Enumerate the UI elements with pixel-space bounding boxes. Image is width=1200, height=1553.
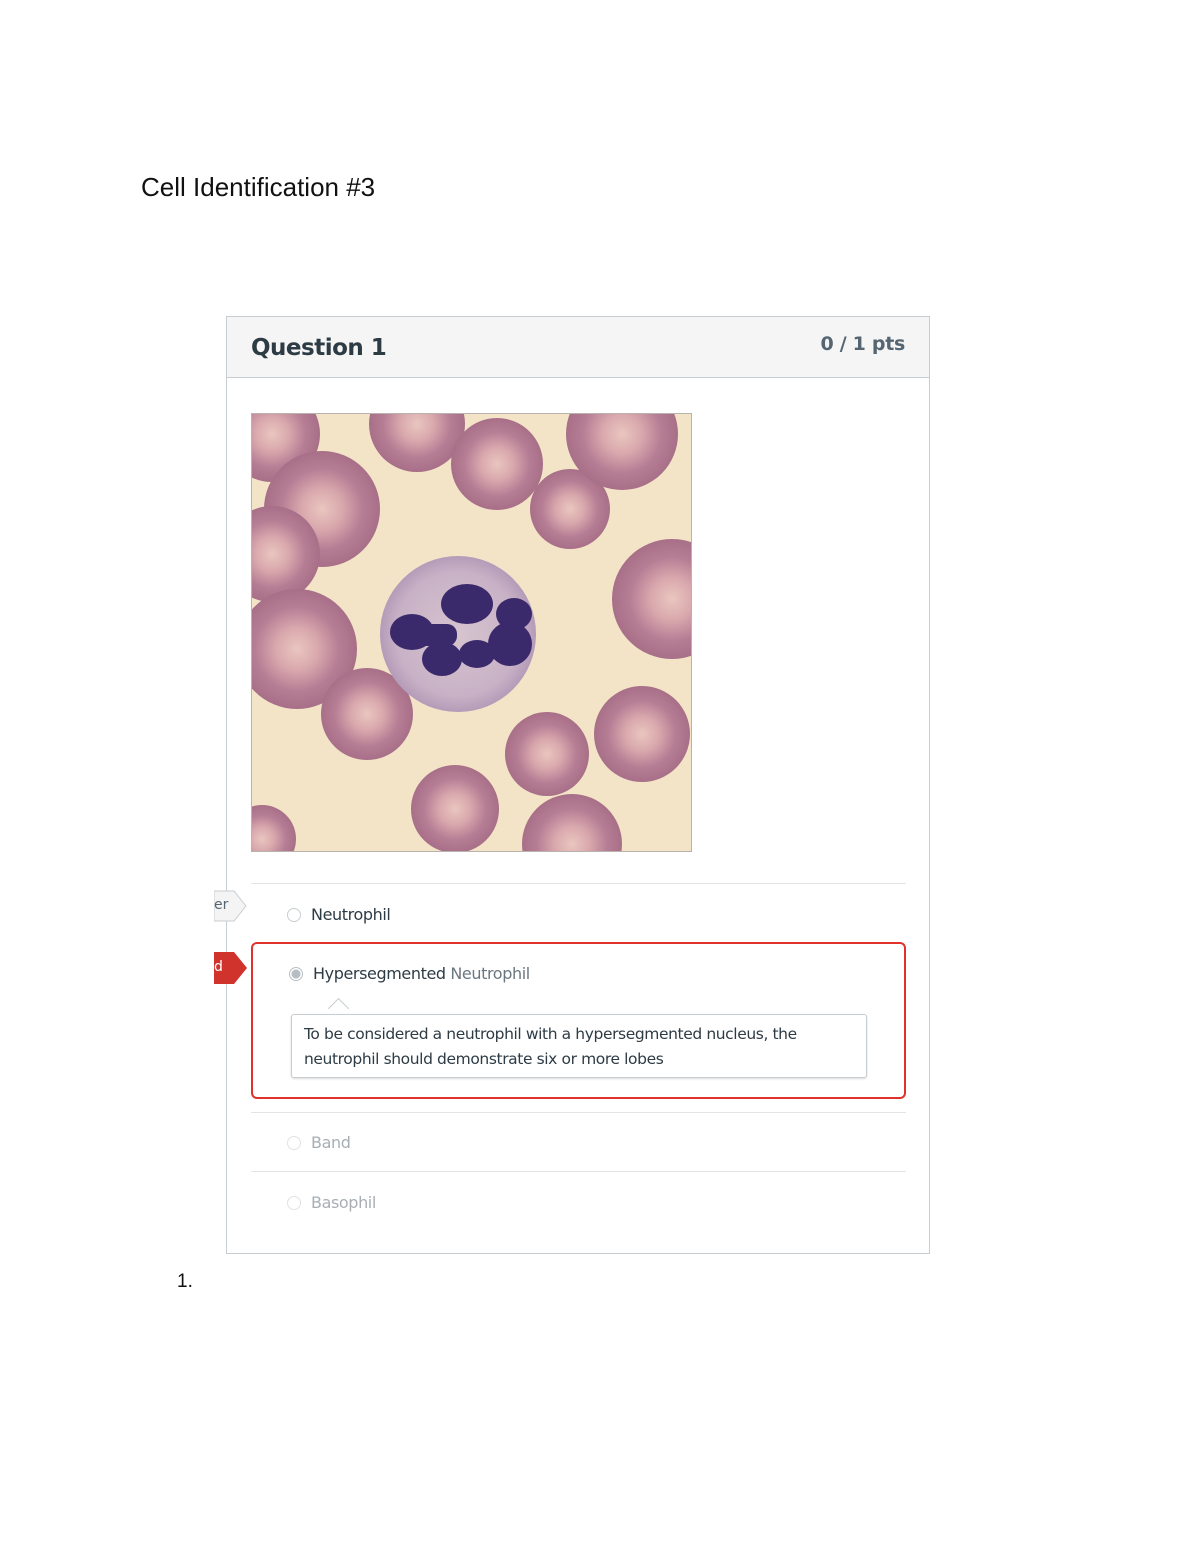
answer-label-rest: Neutrophil bbox=[445, 964, 530, 983]
question-points: 0 / 1 pts bbox=[820, 333, 905, 355]
question-header: Question 1 0 / 1 pts bbox=[227, 317, 929, 378]
radio-button-selected[interactable] bbox=[289, 966, 303, 981]
correct-answer-flag: er bbox=[214, 890, 248, 922]
answer-label-bold: Hypersegmented bbox=[313, 964, 446, 983]
answers-divider bbox=[251, 1112, 906, 1113]
blood-smear-illustration bbox=[252, 414, 691, 851]
you-answered-flag: d bbox=[214, 952, 248, 984]
selected-answer-box: Hypersegmented Neutrophil To be consider… bbox=[251, 942, 906, 1099]
radio-button[interactable] bbox=[287, 907, 301, 922]
answer-label: Basophil bbox=[311, 1193, 376, 1212]
radio-button[interactable] bbox=[287, 1195, 301, 1210]
flag-label: d bbox=[214, 959, 223, 975]
neutrophil bbox=[380, 556, 536, 712]
answer-option-neutrophil[interactable]: Neutrophil bbox=[287, 905, 391, 924]
answer-comment: To be considered a neutrophil with a hyp… bbox=[291, 1014, 867, 1078]
answer-label: Band bbox=[311, 1133, 351, 1152]
answers-top-divider bbox=[251, 883, 906, 884]
list-number: 1. bbox=[177, 1271, 193, 1292]
quiz-question-card: Question 1 0 / 1 pts Neutrophil Hyperseg… bbox=[226, 316, 930, 1254]
answer-label: Hypersegmented Neutrophil bbox=[313, 964, 530, 983]
document-title: Cell Identification #3 bbox=[141, 172, 376, 202]
question-title: Question 1 bbox=[251, 335, 387, 361]
radio-button[interactable] bbox=[287, 1135, 301, 1150]
answer-option-band[interactable]: Band bbox=[287, 1133, 351, 1152]
answers-divider bbox=[251, 1171, 906, 1172]
flag-label: er bbox=[214, 897, 229, 913]
answer-label: Neutrophil bbox=[311, 905, 391, 924]
answer-option-hypersegmented-neutrophil[interactable]: Hypersegmented Neutrophil bbox=[289, 964, 530, 983]
answer-option-basophil[interactable]: Basophil bbox=[287, 1193, 376, 1212]
blood-smear-image bbox=[251, 413, 692, 852]
